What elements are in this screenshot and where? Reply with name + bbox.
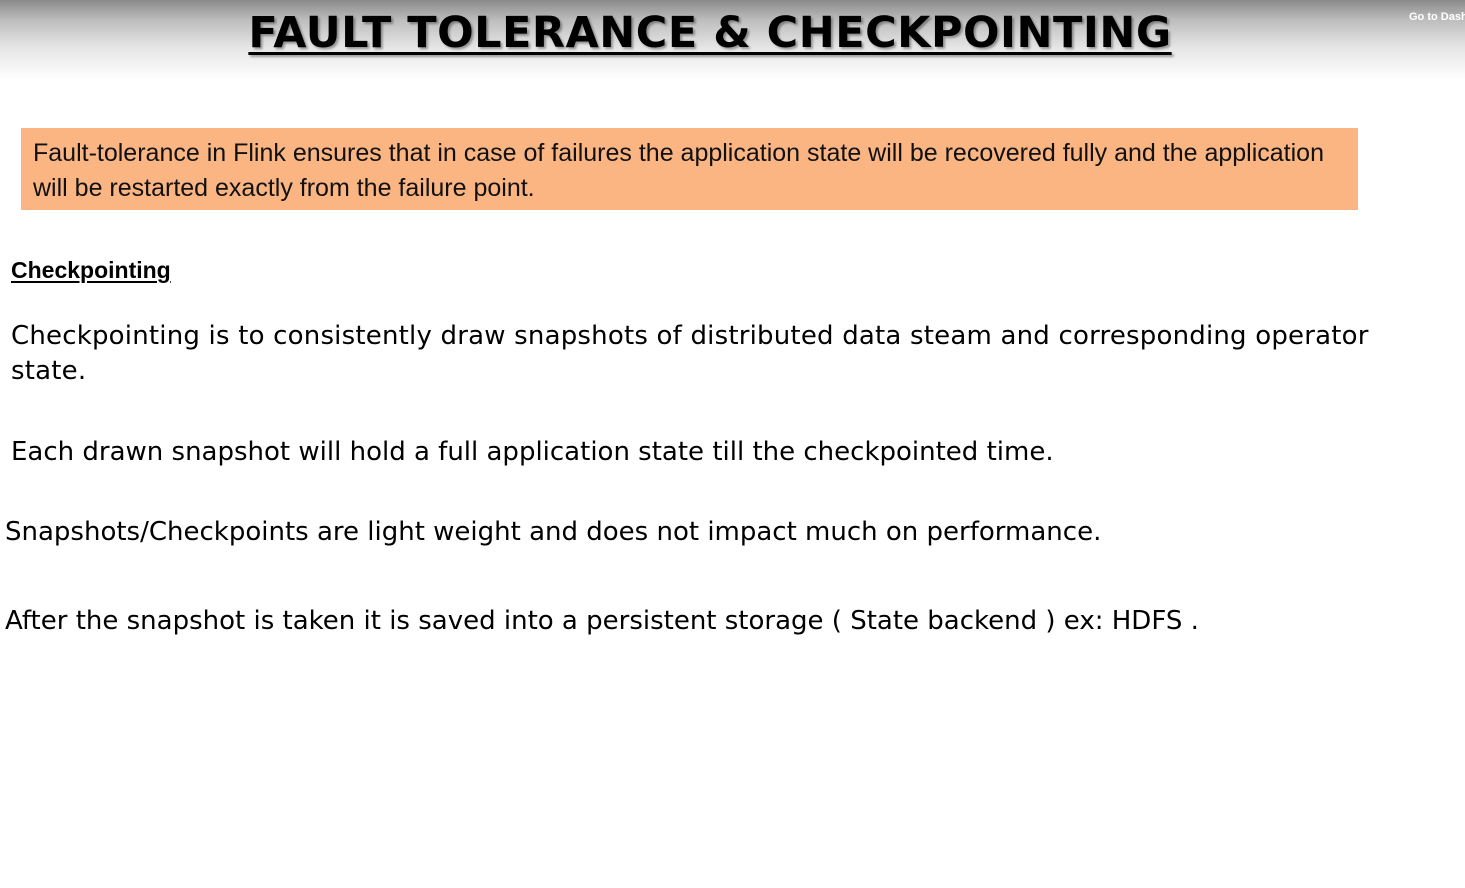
paragraph-lightweight: Snapshots/Checkpoints are light weight a… xyxy=(5,517,1102,547)
definition-callout: Fault-tolerance in Flink ensures that in… xyxy=(21,128,1358,210)
slide-title: FAULT TOLERANCE & CHECKPOINTING xyxy=(248,8,1172,58)
section-heading: Checkpointing xyxy=(11,257,171,283)
slide: Go to Dash FAULT TOLERANCE & CHECKPOINTI… xyxy=(0,0,1465,888)
paragraph-snapshot-state: Each drawn snapshot will hold a full app… xyxy=(11,437,1054,467)
paragraph-checkpointing-definition: Checkpointing is to consistently draw sn… xyxy=(11,321,1369,386)
callout-text: Fault-tolerance in Flink ensures that in… xyxy=(33,139,1324,202)
paragraph-persistent-storage: After the snapshot is taken it is saved … xyxy=(5,606,1199,636)
